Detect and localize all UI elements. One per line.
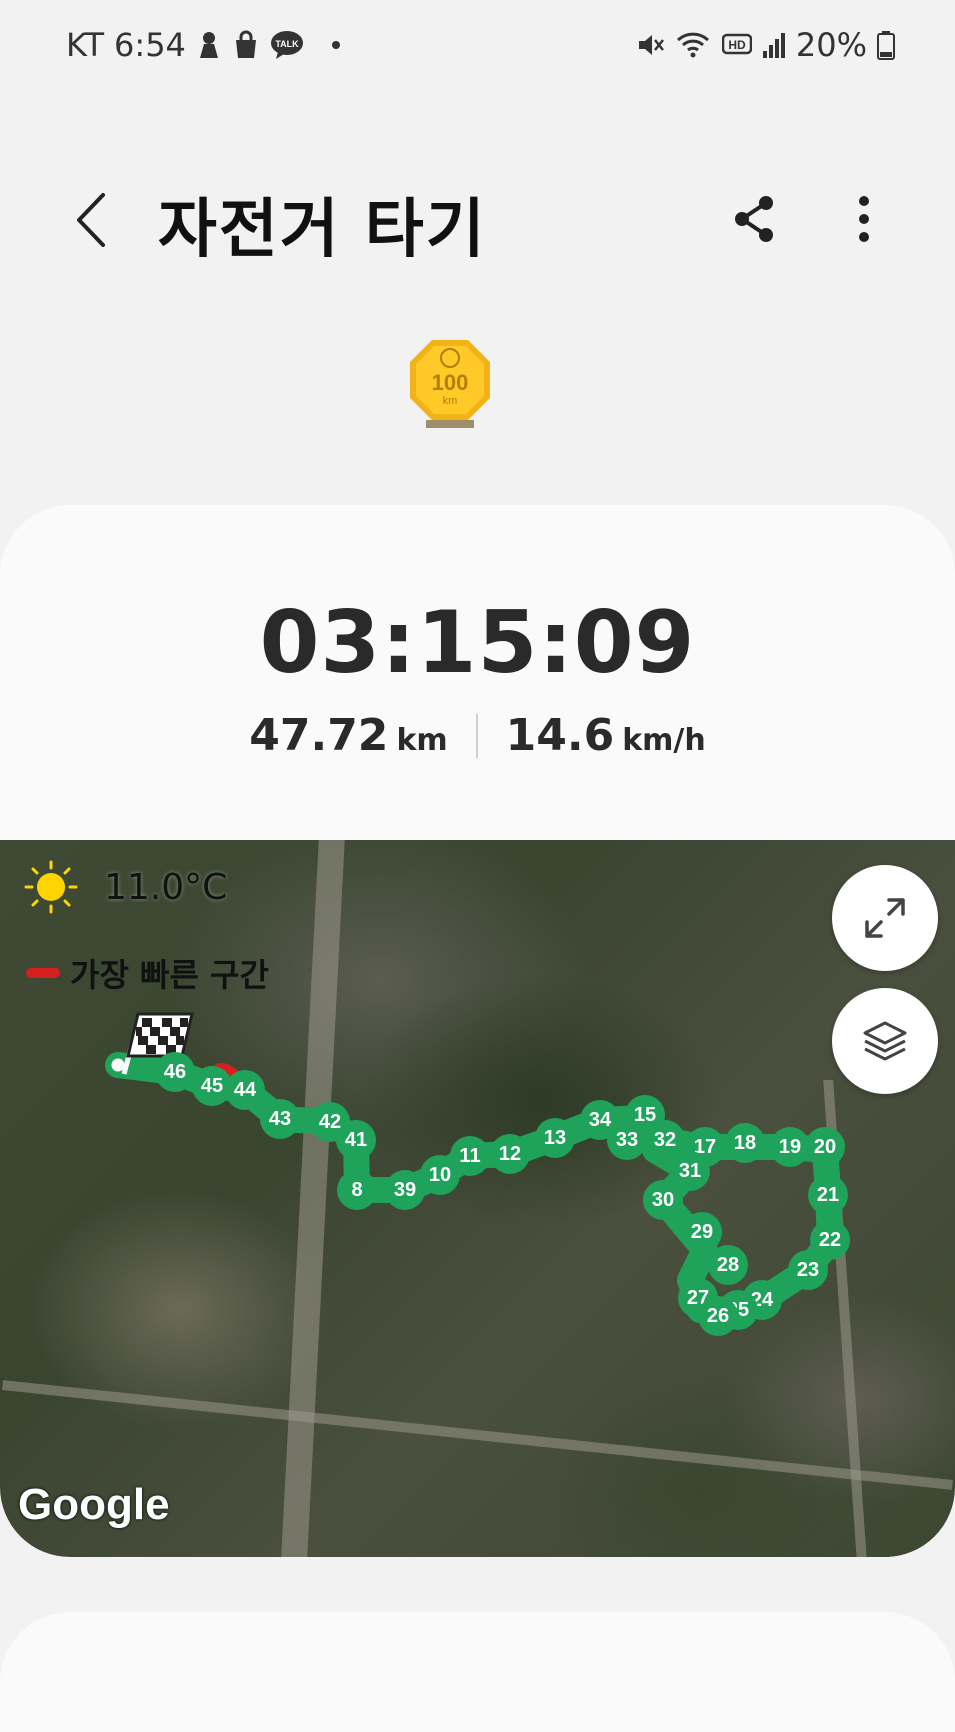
route-marker: 20: [805, 1127, 845, 1167]
route-marker: 28: [708, 1245, 748, 1285]
status-bar: KT 6:54 TALK HD 20%: [0, 0, 955, 96]
route-marker: 39: [385, 1170, 425, 1210]
share-button[interactable]: [724, 186, 784, 252]
route-marker: 18: [725, 1123, 765, 1163]
route-marker: 13: [535, 1118, 575, 1158]
stats-divider: [475, 713, 478, 758]
signal-icon: [762, 31, 786, 59]
route-marker: 11: [450, 1136, 490, 1176]
app-header: 자전거 타기: [0, 150, 955, 290]
route-marker: 26: [698, 1296, 738, 1336]
distance-value: 47.72: [249, 710, 389, 761]
route-marker: 30: [643, 1180, 683, 1220]
sun-icon: [24, 860, 78, 914]
route-map[interactable]: 46 45 44 43 42 41 8 39 10 11 12 13 34 15 33 32 17 18 19 20 3…: [0, 840, 955, 1557]
fastest-segment-swatch: [26, 968, 60, 978]
route-marker: 41: [336, 1120, 376, 1160]
kakaotalk-icon: TALK: [270, 30, 304, 60]
route-marker: 12: [490, 1134, 530, 1174]
route-marker: 21: [808, 1175, 848, 1215]
badge-unit: km: [443, 395, 458, 407]
battery-percent: 20%: [795, 26, 867, 64]
more-options-button[interactable]: [836, 186, 892, 252]
more-notifications-dot: [331, 41, 340, 49]
layers-icon: [863, 1021, 907, 1061]
speed-unit: km/h: [622, 723, 706, 758]
mute-icon: [636, 30, 666, 60]
stats-row: 47.72 km 14.6 km/h: [0, 710, 955, 761]
speed-value: 14.6: [505, 710, 615, 761]
route-marker: 44: [225, 1070, 265, 1110]
carrier-label: KT: [66, 26, 105, 64]
route-marker: 29: [682, 1212, 722, 1252]
back-button[interactable]: [60, 182, 120, 258]
chevron-left-icon: [77, 193, 105, 247]
route-marker: 8: [337, 1170, 377, 1210]
page-title: 자전거 타기: [158, 193, 487, 267]
more-vertical-icon: [859, 196, 869, 242]
battery-icon: [877, 30, 895, 60]
fastest-segment-legend: 가장 빠른 구간: [26, 950, 269, 996]
route-marker: 43: [260, 1099, 300, 1139]
hd-voice-icon: HD: [721, 32, 752, 58]
weather-info: 11.0°C: [24, 860, 227, 914]
clock: 6:54: [114, 26, 186, 64]
svg-text:HD: HD: [728, 38, 746, 52]
fastest-segment-label: 가장 빠른 구간: [70, 956, 269, 994]
route-marker: 33: [607, 1120, 647, 1160]
distance-unit: km: [396, 723, 448, 758]
google-attribution[interactable]: Google: [18, 1480, 170, 1530]
badge-value: 100: [432, 370, 469, 395]
app-notification-icon: [196, 30, 222, 60]
temperature: 11.0°C: [104, 866, 228, 908]
route-marker: 23: [788, 1250, 828, 1290]
map-layers-button[interactable]: [832, 988, 938, 1094]
expand-map-button[interactable]: [832, 865, 938, 971]
expand-icon: [865, 898, 905, 938]
workout-summary-card: 03:15:09 47.72 km 14.6 km/h 46 45 44 43 …: [0, 505, 955, 1557]
duration-value: 03:15:09: [259, 593, 696, 693]
route-marker: 46: [155, 1052, 195, 1092]
svg-text:TALK: TALK: [275, 39, 299, 49]
shopping-bag-icon: [232, 30, 260, 60]
achievement-badge[interactable]: 100 km: [408, 338, 492, 430]
share-icon: [735, 196, 773, 242]
wifi-icon: [676, 30, 712, 60]
route-marker: 19: [770, 1127, 810, 1167]
next-card: [0, 1612, 955, 1732]
